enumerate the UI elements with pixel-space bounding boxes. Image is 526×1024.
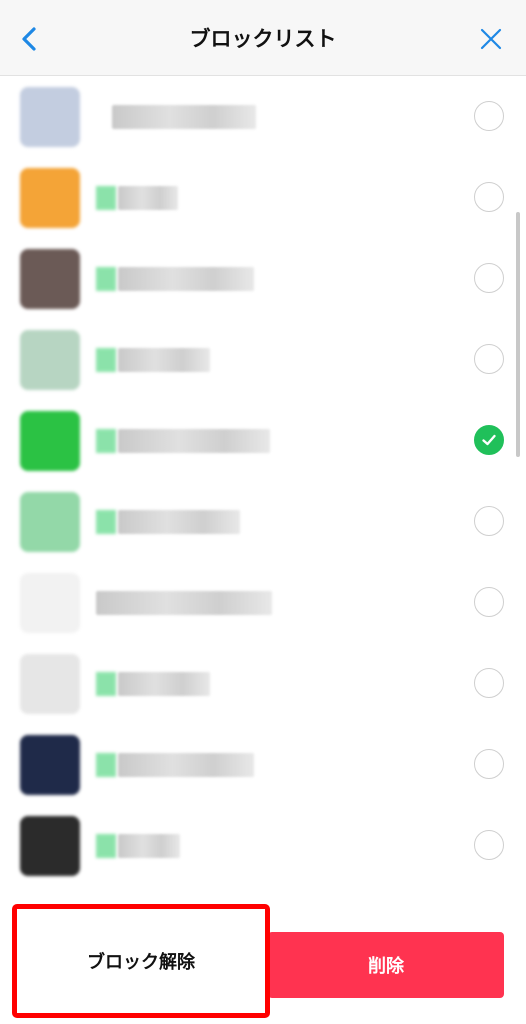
avatar [20, 573, 80, 633]
blurred-badge [96, 186, 116, 210]
blurred-user-name [118, 186, 178, 210]
list-item[interactable] [0, 77, 526, 158]
blurred-user-name [118, 753, 254, 777]
blurred-badge [96, 429, 116, 453]
blurred-badge [96, 267, 116, 291]
page-title: ブロックリスト [189, 27, 337, 51]
select-checkbox[interactable] [474, 668, 504, 698]
blurred-user-name [118, 429, 270, 453]
avatar [20, 735, 80, 795]
blurred-user-name [112, 105, 256, 129]
list-item[interactable] [0, 644, 526, 725]
blurred-user-name [118, 348, 210, 372]
blurred-user-name [118, 510, 240, 534]
select-checkbox[interactable] [474, 830, 504, 860]
list-item[interactable] [0, 806, 526, 887]
list-item[interactable] [0, 320, 526, 401]
avatar [20, 87, 80, 147]
blurred-badge [96, 753, 116, 777]
avatar [20, 330, 80, 390]
header-bar: ブロックリスト [0, 0, 526, 76]
blurred-badge [96, 672, 116, 696]
list-item[interactable] [0, 158, 526, 239]
list-item[interactable] [0, 725, 526, 806]
avatar [20, 654, 80, 714]
list-item[interactable] [0, 482, 526, 563]
select-checkbox[interactable] [474, 749, 504, 779]
select-checkbox[interactable] [474, 101, 504, 131]
blurred-badge [96, 348, 116, 372]
avatar [20, 168, 80, 228]
blurred-badge [96, 510, 116, 534]
select-checkbox[interactable] [474, 425, 504, 455]
close-icon [480, 28, 502, 50]
avatar [20, 249, 80, 309]
list-item[interactable] [0, 563, 526, 644]
blurred-user-name [118, 267, 254, 291]
list-item[interactable] [0, 239, 526, 320]
list-item[interactable] [0, 401, 526, 482]
select-checkbox[interactable] [474, 587, 504, 617]
select-checkbox[interactable] [474, 182, 504, 212]
unblock-button[interactable]: ブロック解除 [12, 904, 270, 1018]
select-checkbox[interactable] [474, 506, 504, 536]
blurred-user-name [118, 834, 180, 858]
avatar [20, 492, 80, 552]
delete-button[interactable]: 削除 [268, 932, 504, 998]
select-checkbox[interactable] [474, 263, 504, 293]
blurred-badge [96, 834, 116, 858]
close-button[interactable] [476, 24, 506, 54]
avatar [20, 411, 80, 471]
scrollbar[interactable] [516, 212, 520, 457]
select-checkbox[interactable] [474, 344, 504, 374]
blurred-user-name [96, 591, 272, 615]
blurred-user-name [118, 672, 210, 696]
checkmark-icon [482, 434, 496, 446]
avatar [20, 816, 80, 876]
